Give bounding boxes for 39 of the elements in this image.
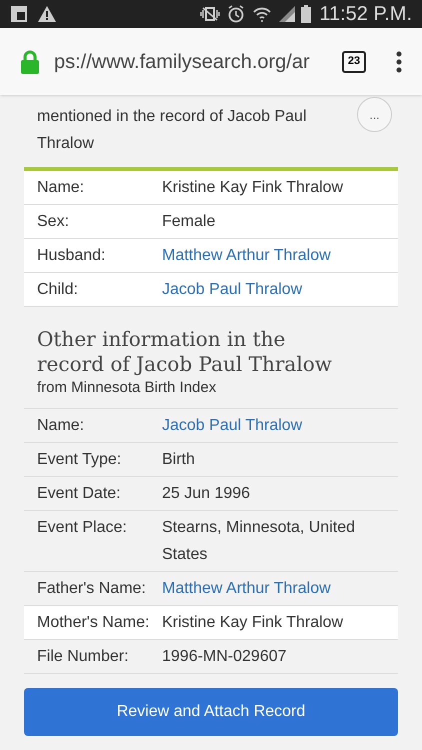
field-value: Kristine Kay Fink Thralow [162, 612, 344, 632]
source-text: from Minnesota Birth Index [36, 378, 218, 398]
notification-icon [10, 5, 28, 23]
field-label: Event Place: [36, 518, 128, 538]
field-value: 1996-MN-029607 [162, 646, 288, 666]
field-label: Name: [36, 178, 86, 198]
signal-icon [279, 6, 296, 22]
person-link[interactable]: Matthew Arthur Thralow [162, 242, 387, 269]
field-label: Child: [36, 280, 79, 300]
vibrate-icon [199, 6, 222, 22]
field-value: Female [162, 212, 216, 232]
field-label: Sex: [36, 212, 70, 232]
lock-icon [20, 50, 40, 74]
field-value: Stearns, Minnesota, United States [162, 518, 356, 564]
clock-time: 11:52 P.M. [319, 2, 412, 27]
field-label: Father's Name: [36, 578, 147, 598]
person-link[interactable]: Jacob Paul Thralow [162, 276, 387, 303]
field-value: Birth [162, 450, 196, 470]
field-label: Husband: [36, 246, 106, 266]
menu-icon[interactable] [396, 50, 402, 72]
field-label: Event Date: [36, 484, 122, 504]
person-link[interactable]: Jacob Paul Thralow [162, 412, 387, 438]
warning-icon [38, 6, 56, 22]
url-field[interactable]: ps://www.familysearch.org/ar [54, 46, 334, 76]
review-attach-button[interactable]: Review and Attach Record [24, 688, 398, 736]
field-value: 25 Jun 1996 [162, 484, 252, 504]
alarm-icon [227, 5, 246, 23]
tab-count-button[interactable]: 23 [342, 50, 366, 72]
field-value: Kristine Kay Fink Thralow [162, 178, 344, 198]
more-button[interactable]: ... [357, 97, 392, 132]
field-label: File Number: [36, 646, 130, 666]
field-label: Mother's Name: [36, 612, 150, 632]
field-label: Name: [36, 416, 86, 436]
section-heading: Other information in the record of Jacob Paul Thralow [36, 327, 333, 377]
person-link[interactable]: Matthew Arthur Thralow [162, 574, 387, 602]
wifi-icon [253, 6, 272, 22]
field-label: Event Type: [36, 450, 122, 470]
battery-icon [301, 5, 312, 23]
record-mention-text: mentioned in the record of Jacob Paul Thralow [37, 107, 308, 154]
